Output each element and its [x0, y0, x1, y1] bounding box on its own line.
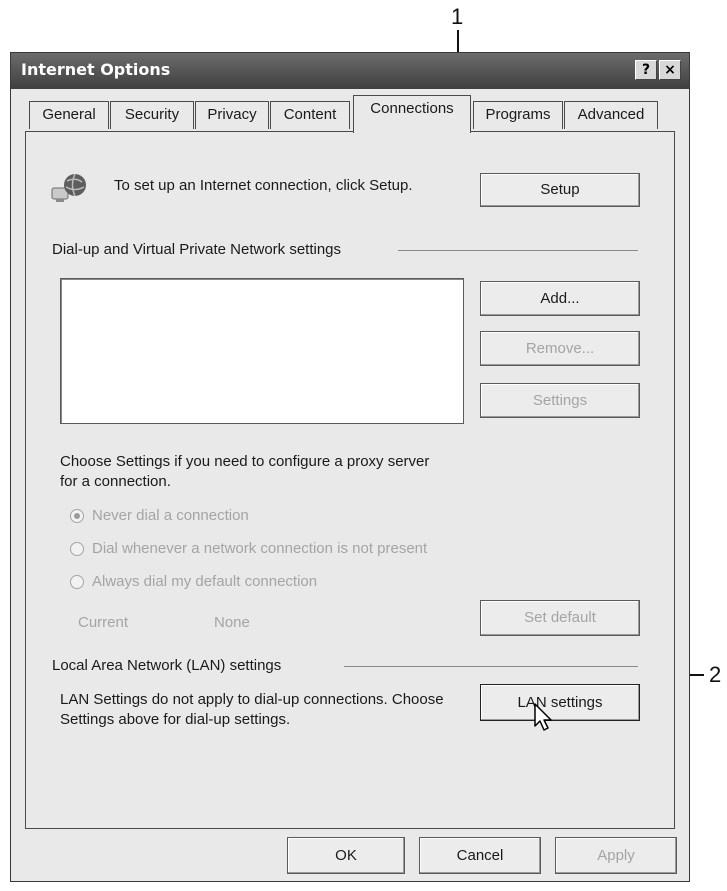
radio-dial-whenever[interactable] [70, 542, 84, 556]
lan-settings-button[interactable]: LAN settings [480, 684, 640, 721]
lan-description: LAN Settings do not apply to dial-up con… [60, 691, 444, 728]
radio-never-dial-label: Never dial a connection [92, 507, 249, 524]
title-bar: Internet Options ? × [11, 53, 689, 89]
callout-number-1: 1 [451, 4, 464, 29]
internet-options-window: Internet Options ? × General Security Pr… [10, 52, 690, 882]
globe-network-icon [51, 173, 86, 202]
close-button[interactable]: × [659, 60, 681, 80]
apply-button[interactable]: Apply [555, 837, 677, 874]
tab-security[interactable]: Security [110, 101, 194, 129]
connections-panel: To set up an Internet connection, click … [25, 131, 675, 829]
proxy-description: Choose Settings if you need to configure… [60, 453, 430, 490]
cancel-button[interactable]: Cancel [419, 837, 541, 874]
connections-listbox[interactable] [60, 278, 464, 424]
tab-general[interactable]: General [29, 101, 109, 129]
radio-never-dial[interactable] [70, 509, 84, 523]
window-title: Internet Options [21, 60, 171, 79]
tab-connections[interactable]: Connections [353, 95, 471, 133]
settings-button[interactable]: Settings [480, 383, 640, 418]
tab-programs[interactable]: Programs [473, 101, 563, 129]
set-default-button[interactable]: Set default [480, 600, 640, 636]
radio-always-dial[interactable] [70, 575, 84, 589]
add-button[interactable]: Add... [480, 281, 640, 316]
tab-content[interactable]: Content [270, 101, 350, 129]
ok-button[interactable]: OK [287, 837, 405, 874]
help-button[interactable]: ? [635, 60, 657, 80]
radio-always-dial-label: Always dial my default connection [92, 573, 318, 590]
radio-dial-whenever-label: Dial whenever a network connection is no… [92, 540, 428, 557]
lan-group-label: Local Area Network (LAN) settings [52, 657, 282, 674]
callout-number-2: 2 [709, 662, 722, 687]
current-value: None [214, 614, 250, 631]
lan-group-divider [344, 666, 638, 667]
mouse-cursor-icon [534, 703, 552, 731]
current-label: Current [78, 614, 129, 631]
setup-button[interactable]: Setup [480, 173, 640, 207]
dialup-group-divider [398, 250, 638, 251]
tab-privacy[interactable]: Privacy [195, 101, 269, 129]
remove-button[interactable]: Remove... [480, 331, 640, 366]
tab-advanced[interactable]: Advanced [564, 101, 658, 129]
setup-description: To set up an Internet connection, click … [114, 177, 413, 194]
dialup-group-label: Dial-up and Virtual Private Network sett… [52, 241, 342, 258]
